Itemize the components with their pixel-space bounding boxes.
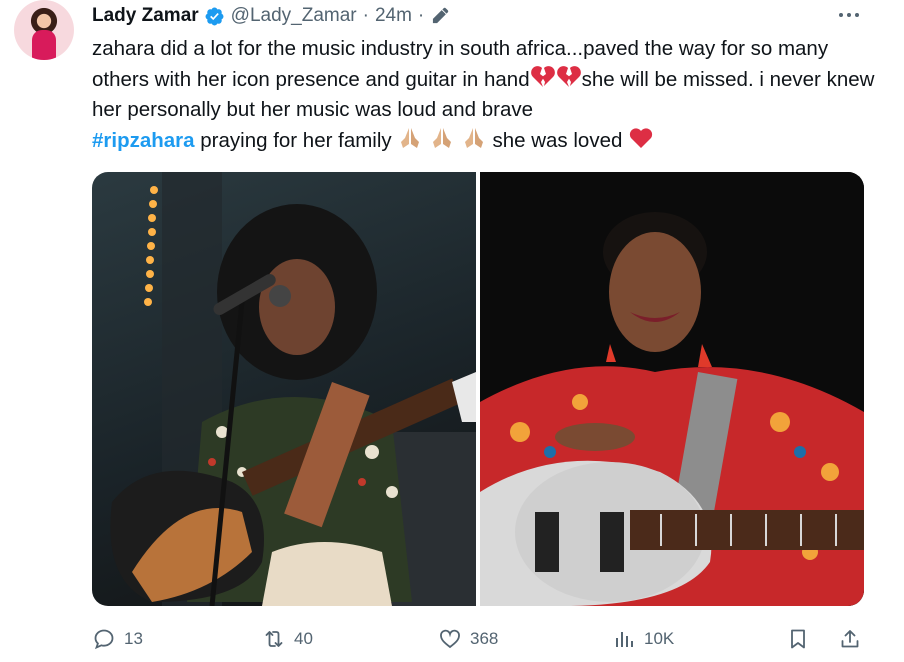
photo-performing-with-guitar[interactable] bbox=[92, 172, 476, 606]
repost-button[interactable]: 40 bbox=[262, 622, 313, 656]
view-count: 10K bbox=[644, 629, 675, 648]
verified-badge-icon[interactable] bbox=[204, 6, 225, 27]
like-count: 368 bbox=[470, 629, 499, 648]
repost-count: 40 bbox=[294, 629, 313, 648]
folded-hands-emoji bbox=[433, 127, 452, 148]
folded-hands-emoji bbox=[464, 127, 483, 148]
share-button[interactable] bbox=[838, 622, 862, 656]
broken-heart-emoji bbox=[556, 65, 581, 87]
author-handle[interactable]: @Lady_Zamar bbox=[231, 5, 357, 27]
bookmark-icon bbox=[791, 629, 805, 649]
analytics-icon bbox=[616, 632, 633, 647]
views-button[interactable]: 10K bbox=[612, 622, 674, 656]
hashtag-link[interactable]: #ripzahara bbox=[92, 129, 195, 152]
repost-icon bbox=[265, 631, 283, 647]
share-icon bbox=[841, 630, 859, 648]
author-name[interactable]: Lady Zamar bbox=[92, 5, 199, 27]
edit-pencil-icon[interactable] bbox=[430, 6, 450, 26]
tweet-text: zahara did a lot for the music industry … bbox=[92, 34, 882, 156]
timestamp[interactable]: 24m bbox=[375, 5, 412, 27]
action-bar: 13 40 368 10K bbox=[92, 622, 872, 656]
separator: · bbox=[417, 5, 425, 26]
photo-right-illustration bbox=[480, 172, 864, 606]
separator: · bbox=[362, 5, 369, 26]
photo-left-illustration bbox=[110, 172, 476, 606]
tweet-text-part: she was loved bbox=[486, 128, 629, 152]
heart-icon bbox=[440, 629, 460, 649]
red-heart-emoji bbox=[629, 127, 653, 148]
reply-button[interactable]: 13 bbox=[92, 622, 143, 656]
avatar[interactable] bbox=[14, 0, 74, 60]
reply-icon bbox=[94, 629, 114, 650]
like-button[interactable]: 368 bbox=[438, 622, 498, 656]
reply-count: 13 bbox=[124, 629, 143, 648]
photo-smiling-with-guitar[interactable] bbox=[480, 172, 864, 606]
more-options-icon[interactable] bbox=[834, 4, 864, 26]
bookmark-button[interactable] bbox=[786, 622, 810, 656]
tweet-header: Lady Zamar @Lady_Zamar · 24m · bbox=[92, 2, 450, 30]
tweet-text-part: praying for her family bbox=[194, 128, 398, 152]
folded-hands-emoji bbox=[401, 127, 420, 148]
broken-heart-emoji bbox=[530, 65, 555, 87]
media-gallery[interactable] bbox=[92, 172, 864, 606]
